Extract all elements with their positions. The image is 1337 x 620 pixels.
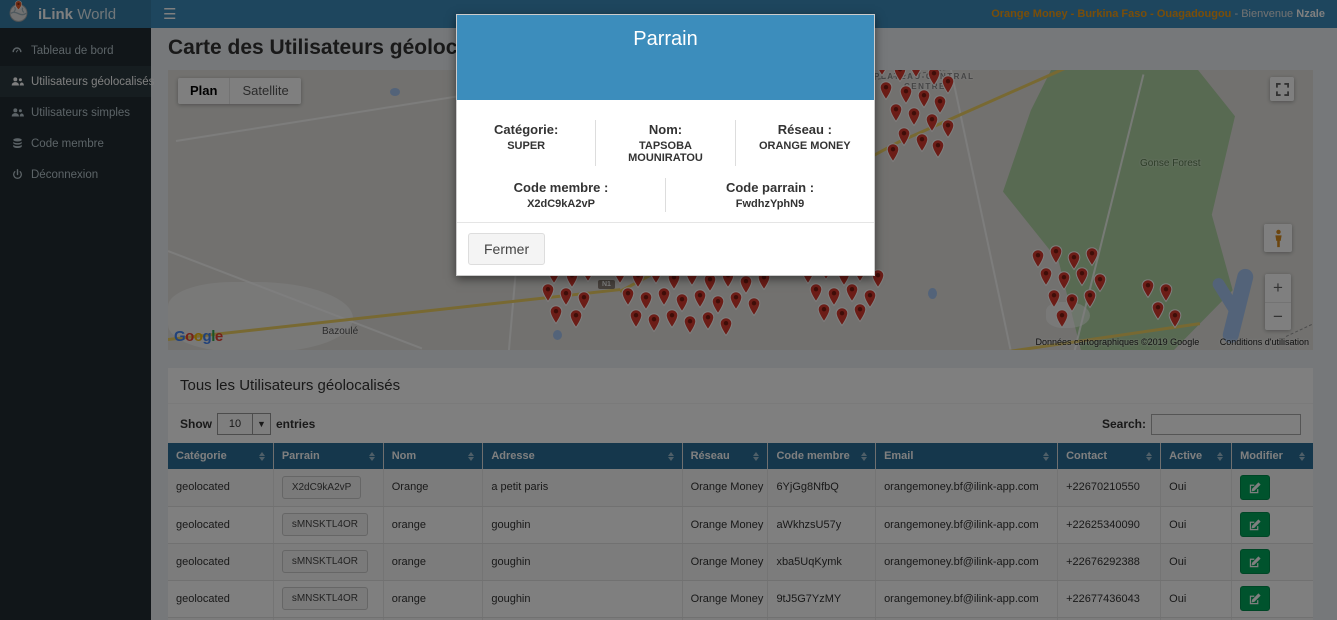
modal-field-reseau: Réseau : ORANGE MONEY [735,120,874,166]
modal-field-code-parrain: Code parrain : FwdhzYphN9 [665,178,874,212]
close-modal-button[interactable]: Fermer [468,233,545,265]
app-root: iLink World ☰ Orange Money - Burkina Fas… [0,0,1337,620]
modal-field-categorie: Catégorie: SUPER [457,120,595,166]
modal-field-nom: Nom: TAPSOBA MOUNIRATOU [595,120,734,166]
modal-title: Parrain [457,15,874,100]
modal-body: Catégorie: SUPER Nom: TAPSOBA MOUNIRATOU… [457,100,874,222]
parrain-modal: Parrain Catégorie: SUPER Nom: TAPSOBA MO… [456,14,875,276]
modal-field-code-membre: Code membre : X2dC9kA2vP [457,178,665,212]
modal-footer: Fermer [457,222,874,275]
